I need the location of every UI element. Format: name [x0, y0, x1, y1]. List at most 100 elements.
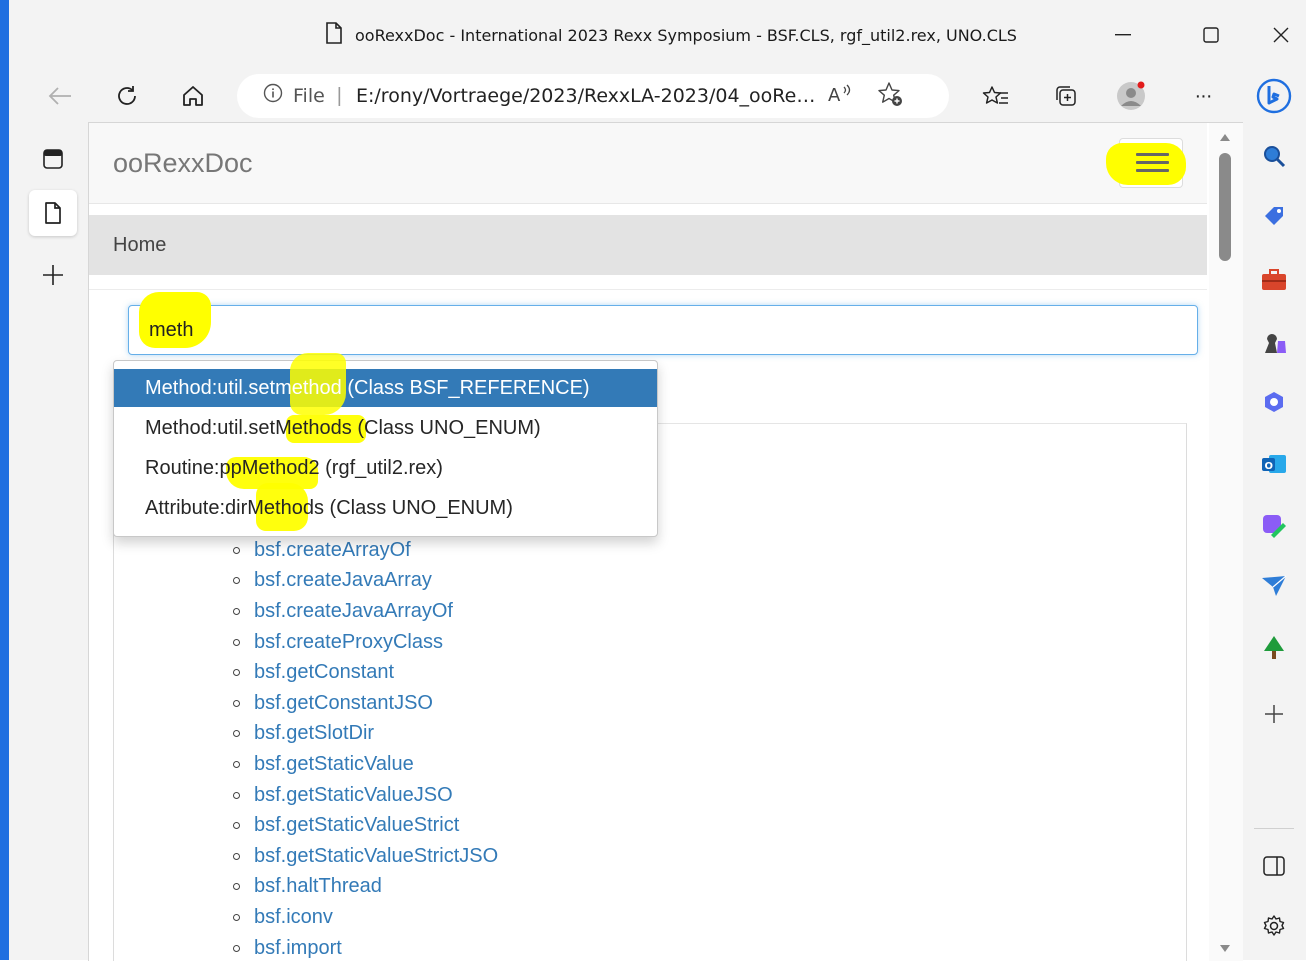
page-document-icon — [325, 22, 343, 49]
search-input[interactable]: meth — [128, 292, 1198, 355]
list-item: bsf.createArrayOf — [233, 535, 498, 566]
add-sidebar-app-icon[interactable] — [1256, 696, 1292, 732]
suggestion-item-3[interactable]: Routine:ppMethod2 (rgf_util2.rex) — [114, 449, 657, 489]
search-input-value: meth — [149, 319, 194, 341]
suggestion-item-2[interactable]: Method:util.setMethods (Class UNO_ENUM) — [114, 409, 657, 447]
suggestion-label: Routine:ppMethod2 (rgf_util2.rex) — [145, 456, 443, 479]
list-item: bsf.iconv — [233, 902, 498, 933]
list-item: bsf.getSlotDir — [233, 719, 498, 750]
doc-link[interactable]: bsf.createJavaArray — [254, 569, 432, 592]
highlight-marker — [1106, 143, 1186, 185]
hamburger-line — [1136, 161, 1169, 164]
outlook-icon[interactable]: O — [1256, 446, 1292, 482]
scrollbar-thumb[interactable] — [1219, 153, 1231, 261]
tools-briefcase-icon[interactable] — [1256, 262, 1292, 298]
window-title: ooRexxDoc - International 2023 Rexx Symp… — [355, 26, 1017, 45]
url-separator: | — [336, 84, 342, 107]
list-item: bsf.createJavaArrayOf — [233, 596, 498, 627]
refresh-icon[interactable] — [110, 80, 144, 112]
doc-link[interactable]: bsf.import — [254, 937, 342, 960]
bullet-icon — [233, 822, 240, 830]
address-bar[interactable]: File | E:/rony/Vortraege/2023/RexxLA-202… — [237, 74, 949, 118]
breadcrumb: Home — [89, 215, 1207, 275]
site-brand[interactable]: ooRexxDoc — [113, 148, 253, 179]
suggestion-item-4[interactable]: Attribute:dirMethods (Class UNO_ENUM) — [114, 483, 657, 531]
minimize-button[interactable] — [1103, 18, 1143, 52]
tree-icon[interactable] — [1256, 630, 1292, 666]
vertical-scrollbar[interactable] — [1209, 123, 1243, 961]
bullet-icon — [233, 638, 240, 646]
hide-sidebar-icon[interactable] — [1256, 848, 1292, 884]
suggestion-item-1[interactable]: Method:util.setmethod (Class BSF_REFEREN… — [114, 353, 657, 415]
list-item: bsf.haltThread — [233, 872, 498, 903]
list-item: bsf.getStaticValue — [233, 749, 498, 780]
bullet-icon — [233, 760, 240, 768]
games-chess-icon[interactable] — [1256, 324, 1292, 360]
back-arrow-icon[interactable] — [43, 80, 77, 112]
url-scheme: File — [293, 85, 325, 107]
sidebar-divider — [1254, 828, 1294, 829]
menu-toggle-button[interactable] — [1106, 138, 1186, 188]
collections-icon[interactable] — [1049, 80, 1083, 112]
site-navbar: ooRexxDoc — [89, 123, 1207, 204]
doc-link[interactable]: bsf.getStaticValue — [254, 753, 414, 776]
doc-link[interactable]: bsf.getStaticValueStrictJSO — [254, 845, 498, 868]
close-button[interactable] — [1261, 18, 1301, 52]
designer-icon[interactable] — [1256, 508, 1292, 544]
microsoft-365-icon[interactable] — [1256, 384, 1292, 420]
bullet-icon — [233, 699, 240, 707]
title-bar: ooRexxDoc - International 2023 Rexx Symp… — [9, 0, 1306, 70]
bullet-icon — [233, 607, 240, 615]
send-paper-plane-icon[interactable] — [1256, 568, 1292, 604]
list-item: bsf.getConstantJSO — [233, 688, 498, 719]
doc-link[interactable]: bsf.getSlotDir — [254, 722, 374, 745]
maximize-button[interactable] — [1191, 18, 1231, 52]
scroll-up-arrow-icon[interactable] — [1220, 133, 1230, 141]
bullet-icon — [233, 546, 240, 554]
scroll-down-arrow-icon[interactable] — [1220, 945, 1230, 953]
more-menu-glyph: ··· — [1194, 84, 1213, 107]
read-aloud-icon[interactable]: A — [827, 83, 853, 110]
new-tab-icon[interactable] — [29, 252, 77, 298]
breadcrumb-home[interactable]: Home — [113, 234, 166, 257]
tab-active-page[interactable] — [29, 190, 77, 236]
search-icon[interactable] — [1256, 138, 1292, 174]
shopping-tag-icon[interactable] — [1256, 198, 1292, 234]
add-favorite-icon[interactable] — [877, 81, 903, 112]
suggestion-label: Attribute:dirMethods (Class UNO_ENUM) — [145, 496, 513, 519]
favorites-icon[interactable] — [979, 80, 1013, 112]
settings-gear-icon[interactable] — [1256, 908, 1292, 944]
profile-avatar-icon[interactable] — [1114, 80, 1148, 112]
svg-text:A: A — [828, 85, 841, 105]
vertical-tab-strip — [9, 122, 88, 960]
list-item: bsf.createProxyClass — [233, 627, 498, 658]
info-icon[interactable] — [263, 83, 283, 109]
edge-sidebar: O — [1242, 70, 1306, 960]
doc-link[interactable]: bsf.createJavaArrayOf — [254, 600, 453, 623]
more-menu-icon[interactable]: ··· — [1186, 80, 1220, 112]
doc-link[interactable]: bsf.haltThread — [254, 875, 382, 898]
doc-link[interactable]: bsf.getStaticValueStrict — [254, 814, 459, 837]
bullet-icon — [233, 791, 240, 799]
doc-link[interactable]: bsf.createProxyClass — [254, 631, 443, 654]
doc-link[interactable]: bsf.iconv — [254, 906, 333, 929]
bullet-icon — [233, 883, 240, 891]
page-viewport: ooRexxDoc Home bsf.createArrayOf bsf.cre… — [88, 122, 1243, 961]
list-item: bsf.createJavaArray — [233, 566, 498, 597]
bullet-icon — [233, 944, 240, 952]
bullet-icon — [233, 852, 240, 860]
list-item: bsf.getConstant — [233, 657, 498, 688]
doc-link[interactable]: bsf.getConstantJSO — [254, 692, 433, 715]
suggestion-label: Method:util.setmethod (Class BSF_REFEREN… — [145, 376, 590, 399]
doc-link[interactable]: bsf.createArrayOf — [254, 539, 411, 562]
tab-actions-icon[interactable] — [29, 136, 77, 182]
svg-text:O: O — [1265, 461, 1274, 472]
doc-link[interactable]: bsf.getConstant — [254, 661, 394, 684]
bing-copilot-icon[interactable] — [1256, 78, 1292, 114]
bullet-icon — [233, 730, 240, 738]
suggestion-label: Method:util.setMethods (Class UNO_ENUM) — [145, 416, 541, 439]
home-icon[interactable] — [176, 80, 210, 112]
doc-link[interactable]: bsf.getStaticValueJSO — [254, 784, 453, 807]
method-link-list: bsf.createArrayOf bsf.createJavaArray bs… — [233, 535, 498, 961]
url-text[interactable]: E:/rony/Vortraege/2023/RexxLA-2023/04_oo… — [356, 85, 815, 107]
